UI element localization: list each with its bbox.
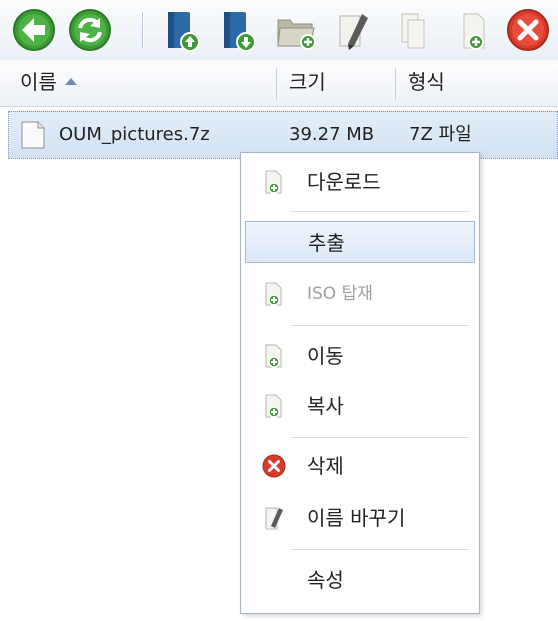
menu-item-label: 복사 [307,394,344,418]
toolbar [0,0,558,61]
column-name-label: 이름 [20,70,57,94]
column-name-header[interactable]: 이름 [8,60,276,106]
context-menu: 다운로드 추출 ISO 탑재 이동 복사 삭제 이름 바꾸기 속성 [240,152,480,614]
rename-button[interactable] [330,6,378,54]
new-file-icon [463,13,485,50]
delete-button[interactable] [504,6,552,54]
menu-item-properties[interactable]: 속성 [245,559,475,601]
refresh-button[interactable] [66,6,114,54]
delete-icon [507,9,549,51]
download-button[interactable] [214,6,262,54]
column-header: 이름 크기 형식 [0,60,558,107]
menu-separator [291,211,469,212]
menu-item-mount-iso[interactable]: ISO 탑재 [245,273,475,315]
download-icon [224,12,256,52]
menu-item-label: 속성 [307,568,344,592]
new-file-button[interactable] [450,6,498,54]
new-folder-icon [277,19,316,50]
file-icon [21,121,45,149]
menu-item-delete[interactable]: 삭제 [245,445,475,487]
copy-doc-icon [265,394,282,418]
column-type-header[interactable]: 형식 [396,60,558,106]
menu-item-copy[interactable]: 복사 [245,385,475,427]
back-button[interactable] [10,6,58,54]
column-type-label: 형식 [408,70,445,94]
mount-doc-icon [265,282,282,306]
menu-separator [291,549,469,550]
toolbar-separator [142,12,144,48]
new-folder-button[interactable] [272,6,320,54]
upload-icon [168,12,200,52]
menu-item-extract[interactable]: 추출 [245,221,475,263]
upload-button[interactable] [158,6,206,54]
copy-button[interactable] [390,6,438,54]
back-arrow-icon [13,9,55,51]
menu-item-rename[interactable]: 이름 바꾸기 [245,497,475,539]
menu-item-download[interactable]: 다운로드 [245,161,475,203]
column-size-label: 크기 [289,70,326,94]
refresh-icon [69,9,111,51]
menu-item-label: 삭제 [307,454,344,478]
rename-icon [265,507,283,530]
copy-icon [401,13,425,49]
rename-icon [339,14,368,50]
download-doc-icon [265,170,282,194]
sort-ascending-icon [64,78,77,85]
menu-item-label: 이름 바꾸기 [307,506,406,530]
menu-separator [291,437,469,438]
menu-item-label: ISO 탑재 [307,284,373,304]
menu-separator [291,325,469,326]
move-doc-icon [265,344,282,368]
menu-item-label: 추출 [308,231,345,255]
delete-icon [262,454,286,478]
menu-item-label: 이동 [307,344,344,368]
menu-item-move[interactable]: 이동 [245,335,475,377]
column-size-header[interactable]: 크기 [277,60,395,106]
menu-item-label: 다운로드 [307,170,381,194]
